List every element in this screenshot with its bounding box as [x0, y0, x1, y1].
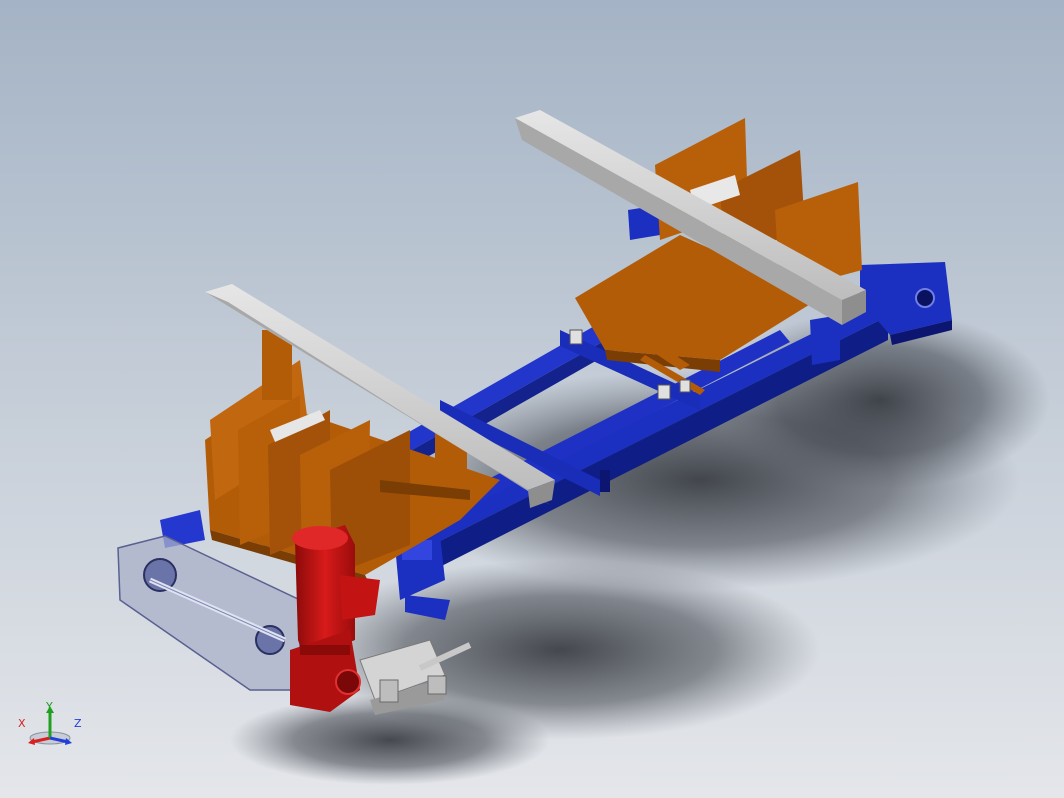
graphics-viewport[interactable]: X Y Z	[0, 0, 1064, 798]
triad-z-label: Z	[74, 717, 82, 730]
triad-axes	[28, 706, 72, 745]
triad-x-label: X	[18, 717, 26, 730]
triad-y-label: Y	[46, 700, 53, 713]
coordinate-triad: X Y Z	[14, 700, 94, 760]
assembly-model[interactable]	[0, 0, 1064, 798]
chain-guard[interactable]	[117, 535, 301, 691]
